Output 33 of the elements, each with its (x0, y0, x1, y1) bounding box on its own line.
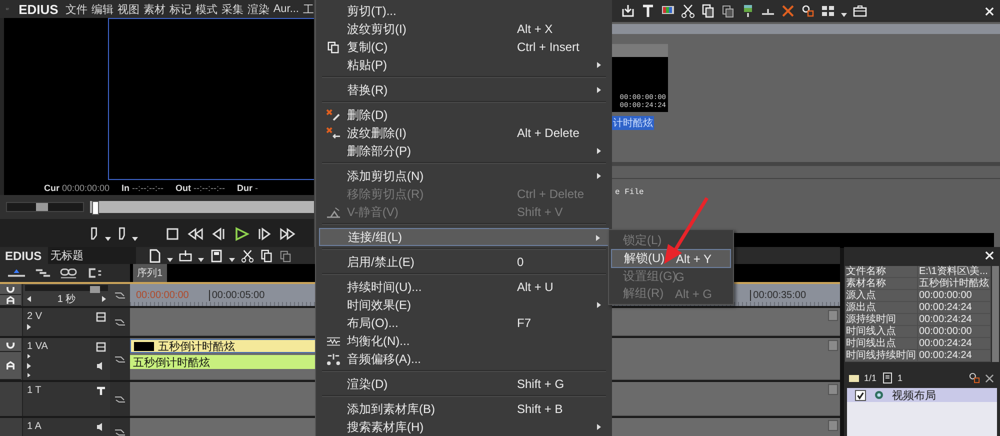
track-name: 1 A (27, 421, 42, 432)
property-name: 时间线持续时间 (845, 350, 917, 361)
page-indicator: 1/1 (864, 373, 877, 383)
property-name: 源出点 (845, 302, 917, 313)
timecode-readout: Out --:--:--:-- (176, 182, 226, 192)
column-text: e File (615, 188, 644, 197)
track-name: 1 VA (27, 341, 48, 352)
property-value: 00:00:24:24 (918, 314, 990, 325)
zoom-level: 1 秒 (57, 292, 76, 306)
timecode-readout: In --:--:--:-- (122, 182, 164, 192)
ruler-time: 00:00:35:00 (750, 290, 806, 300)
property-value: 00:00:00:00 (918, 290, 990, 301)
layout-count: 1 (898, 373, 903, 383)
property-name: 时间线入点 (845, 326, 917, 337)
app-logo: EDIUS (18, 2, 58, 16)
track-name: 2 V (27, 311, 42, 322)
property-value: 五秒倒计时酷炫 (918, 278, 990, 289)
ruler-time: 00:00:05:00 (208, 290, 265, 300)
track-name: 1 T (27, 385, 42, 396)
timecode-readout: Cur 00:00:00:00 (44, 182, 110, 192)
property-value: 00:00:24:24 (918, 302, 990, 313)
property-name: 素材名称 (845, 278, 917, 289)
property-value: 00:00:24:24 (918, 338, 990, 349)
app-logo: EDIUS (5, 248, 42, 262)
timecode-readout: Dur - (237, 182, 258, 192)
ruler-time: 00:00:00:00 (135, 290, 189, 300)
property-name: 源持续时间 (845, 314, 917, 325)
property-value: E:\1资料区\美... (918, 266, 990, 277)
property-value: 00:00:00:00 (918, 326, 990, 337)
property-value: 00:00:24:24 (918, 350, 990, 361)
property-name: 时间线出点 (845, 338, 917, 349)
property-name: 源入点 (845, 290, 917, 301)
property-name: 文件名称 (845, 266, 917, 277)
